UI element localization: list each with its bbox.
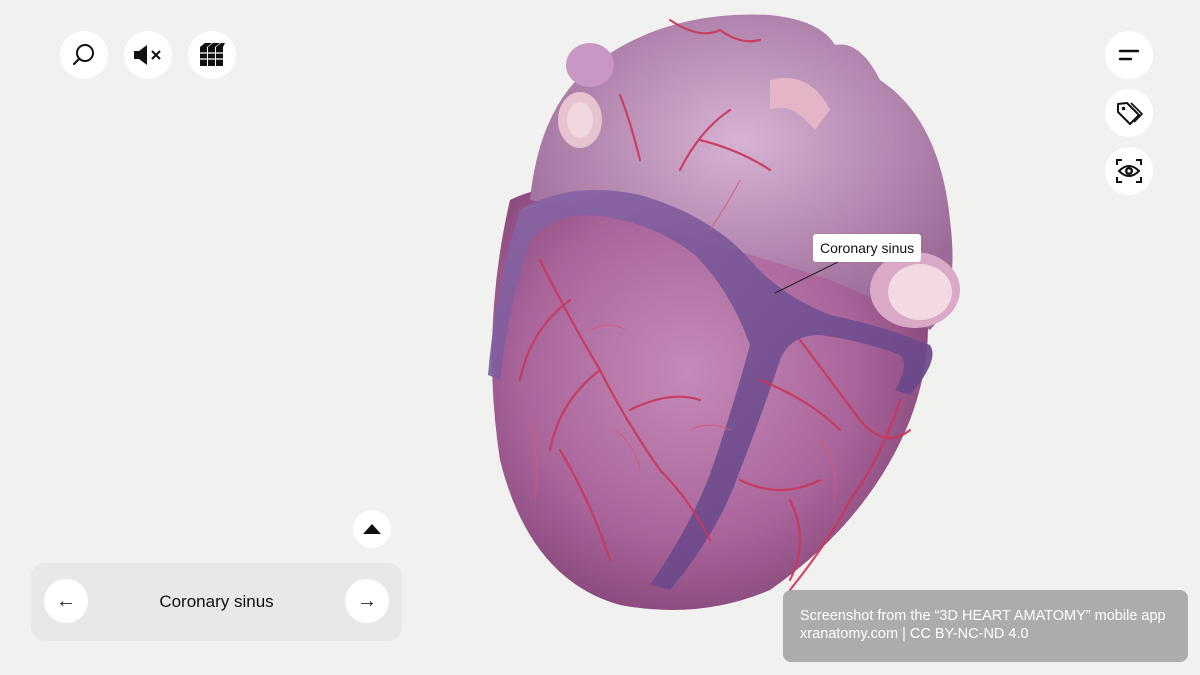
arrow-right-icon: → bbox=[357, 589, 377, 612]
tag-icon bbox=[1117, 102, 1143, 125]
search-icon bbox=[72, 44, 94, 66]
structure-label[interactable]: Coronary sinus bbox=[813, 234, 922, 262]
arrow-left-icon: ← bbox=[56, 589, 76, 612]
menu-icon bbox=[1118, 49, 1140, 61]
menu-button[interactable] bbox=[1105, 31, 1153, 79]
heart-model[interactable] bbox=[440, 0, 980, 620]
credit-line-2: xranatomy.com | CC BY-NC-ND 4.0 bbox=[800, 626, 1029, 642]
collapse-panel-button[interactable] bbox=[353, 510, 391, 548]
eye-view-icon bbox=[1116, 159, 1142, 183]
search-button[interactable] bbox=[60, 31, 108, 79]
structure-navigator: ← Coronary sinus → bbox=[31, 563, 402, 641]
triangle-up-icon bbox=[363, 524, 381, 534]
app-screen: Coronary sinus ← Coronary sinus → Screen… bbox=[0, 0, 1200, 675]
view-button[interactable] bbox=[1105, 147, 1153, 195]
sound-toggle-button[interactable] bbox=[124, 31, 172, 79]
tags-button[interactable] bbox=[1105, 89, 1153, 137]
layers-button[interactable] bbox=[188, 31, 236, 79]
credit-box: Screenshot from the “3D HEART AMATOMY” m… bbox=[783, 590, 1188, 662]
layers-icon bbox=[200, 43, 225, 66]
mute-icon bbox=[134, 45, 161, 65]
previous-structure-button[interactable]: ← bbox=[44, 579, 88, 623]
structure-title: Coronary sinus bbox=[159, 592, 274, 611]
next-structure-button[interactable]: → bbox=[345, 579, 389, 623]
credit-line-1: Screenshot from the “3D HEART AMATOMY” m… bbox=[800, 608, 1166, 624]
